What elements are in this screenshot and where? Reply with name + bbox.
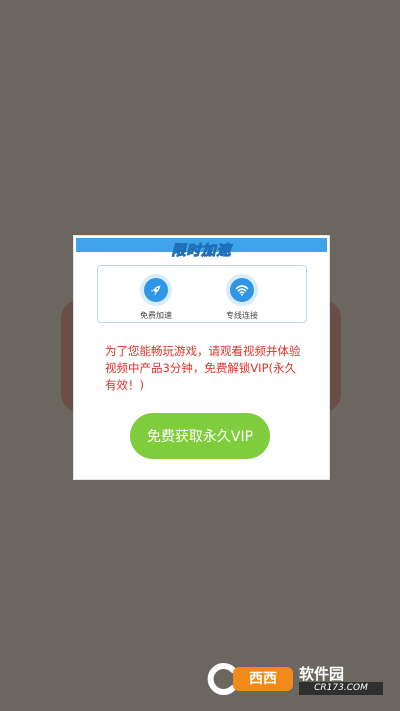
site-watermark: 西西 软件园 CR173.COM xyxy=(205,661,383,697)
rocket-icon-badge xyxy=(140,274,172,306)
dialog-title: 限时加速 xyxy=(171,243,232,260)
watermark-logo: 西西 xyxy=(233,667,293,691)
watermark-domain: CR173.COM xyxy=(299,682,383,695)
wifi-icon-badge xyxy=(226,274,258,306)
features-box: 免费加速 专线连接 xyxy=(97,265,307,323)
rocket-icon xyxy=(151,285,161,295)
get-permanent-vip-button[interactable]: 免费获取永久VIP xyxy=(130,413,270,459)
feature-free-acceleration[interactable]: 免费加速 xyxy=(126,274,186,321)
wifi-icon xyxy=(235,285,249,296)
vip-notice-text: 为了您能畅玩游戏，请观看视频并体验视频中产品3分钟，免费解锁VIP(永久有效！) xyxy=(105,344,301,392)
watermark-brand: 软件园 xyxy=(299,665,345,683)
feature-label: 免费加速 xyxy=(140,311,172,320)
promo-dialog: 限时加速 免费加速 专线连接 为了您能畅玩游戏，请观看视频并体验视频中产品3分钟… xyxy=(73,235,330,480)
feature-label: 专线连接 xyxy=(226,311,258,320)
feature-dedicated-line[interactable]: 专线连接 xyxy=(212,274,272,321)
